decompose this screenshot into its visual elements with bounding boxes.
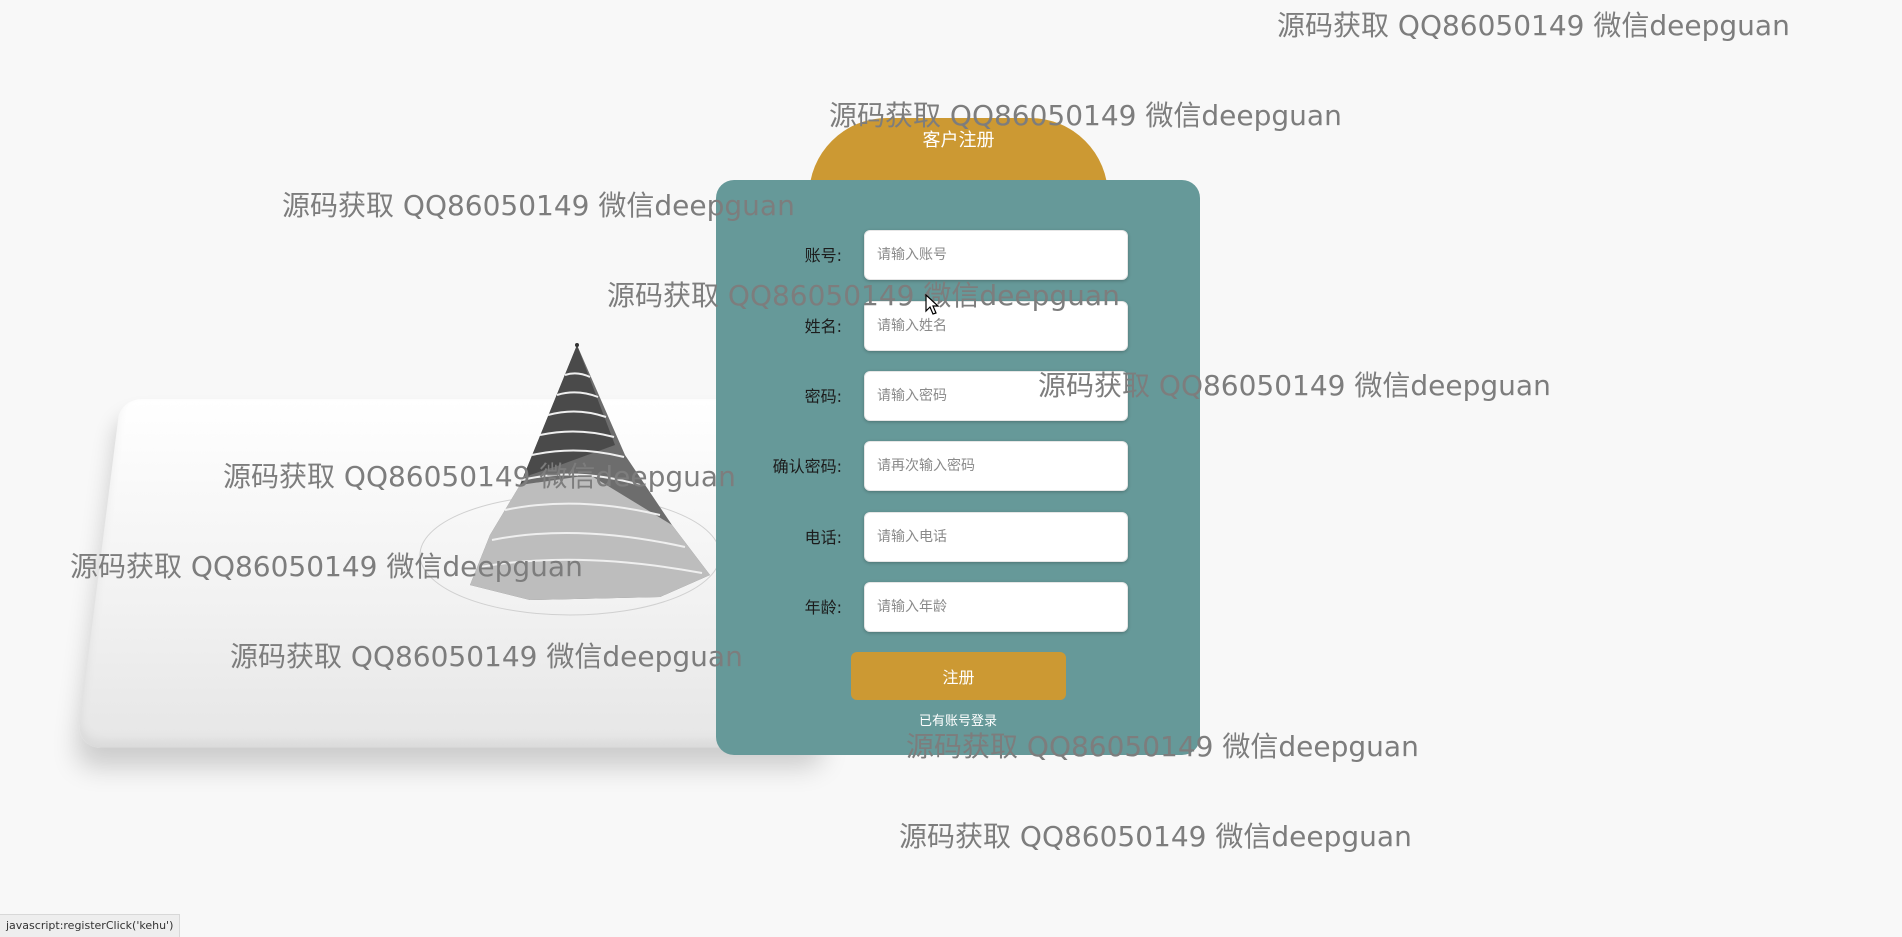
phone-input[interactable] — [864, 512, 1128, 562]
name-input[interactable] — [864, 301, 1128, 351]
confirm-password-input[interactable] — [864, 441, 1128, 491]
phone-label: 电话: — [804, 528, 842, 547]
register-button[interactable]: 注册 — [851, 652, 1066, 700]
form-row-account: 账号: — [716, 230, 1200, 282]
login-link[interactable]: 已有账号登录 — [716, 710, 1200, 729]
confirm-password-label: 确认密码: — [772, 457, 842, 476]
watermark: 源码获取 QQ86050149 微信deepguan — [1277, 9, 1790, 42]
register-panel: 账号: 姓名: 密码: 确认密码: 电话: 年龄: 注册 已有账号登录 — [716, 180, 1200, 755]
form-row-age: 年龄: — [716, 582, 1200, 634]
form-row-confirm-password: 确认密码: — [716, 441, 1200, 493]
status-bar: javascript:registerClick('kehu') — [0, 914, 181, 937]
page-title: 客户注册 — [922, 130, 995, 151]
password-label: 密码: — [804, 387, 842, 406]
form-row-password: 密码: — [716, 371, 1200, 423]
sand-sculpture-image — [419, 343, 721, 616]
account-input[interactable] — [864, 230, 1128, 280]
age-input[interactable] — [864, 582, 1128, 632]
form-row-name: 姓名: — [716, 301, 1200, 353]
form-row-phone: 电话: — [716, 512, 1200, 564]
name-label: 姓名: — [804, 317, 842, 336]
cursor-arrow-icon — [925, 294, 940, 315]
age-label: 年龄: — [804, 598, 842, 617]
watermark: 源码获取 QQ86050149 微信deepguan — [899, 820, 1412, 853]
account-label: 账号: — [804, 246, 842, 265]
password-input[interactable] — [864, 371, 1128, 421]
